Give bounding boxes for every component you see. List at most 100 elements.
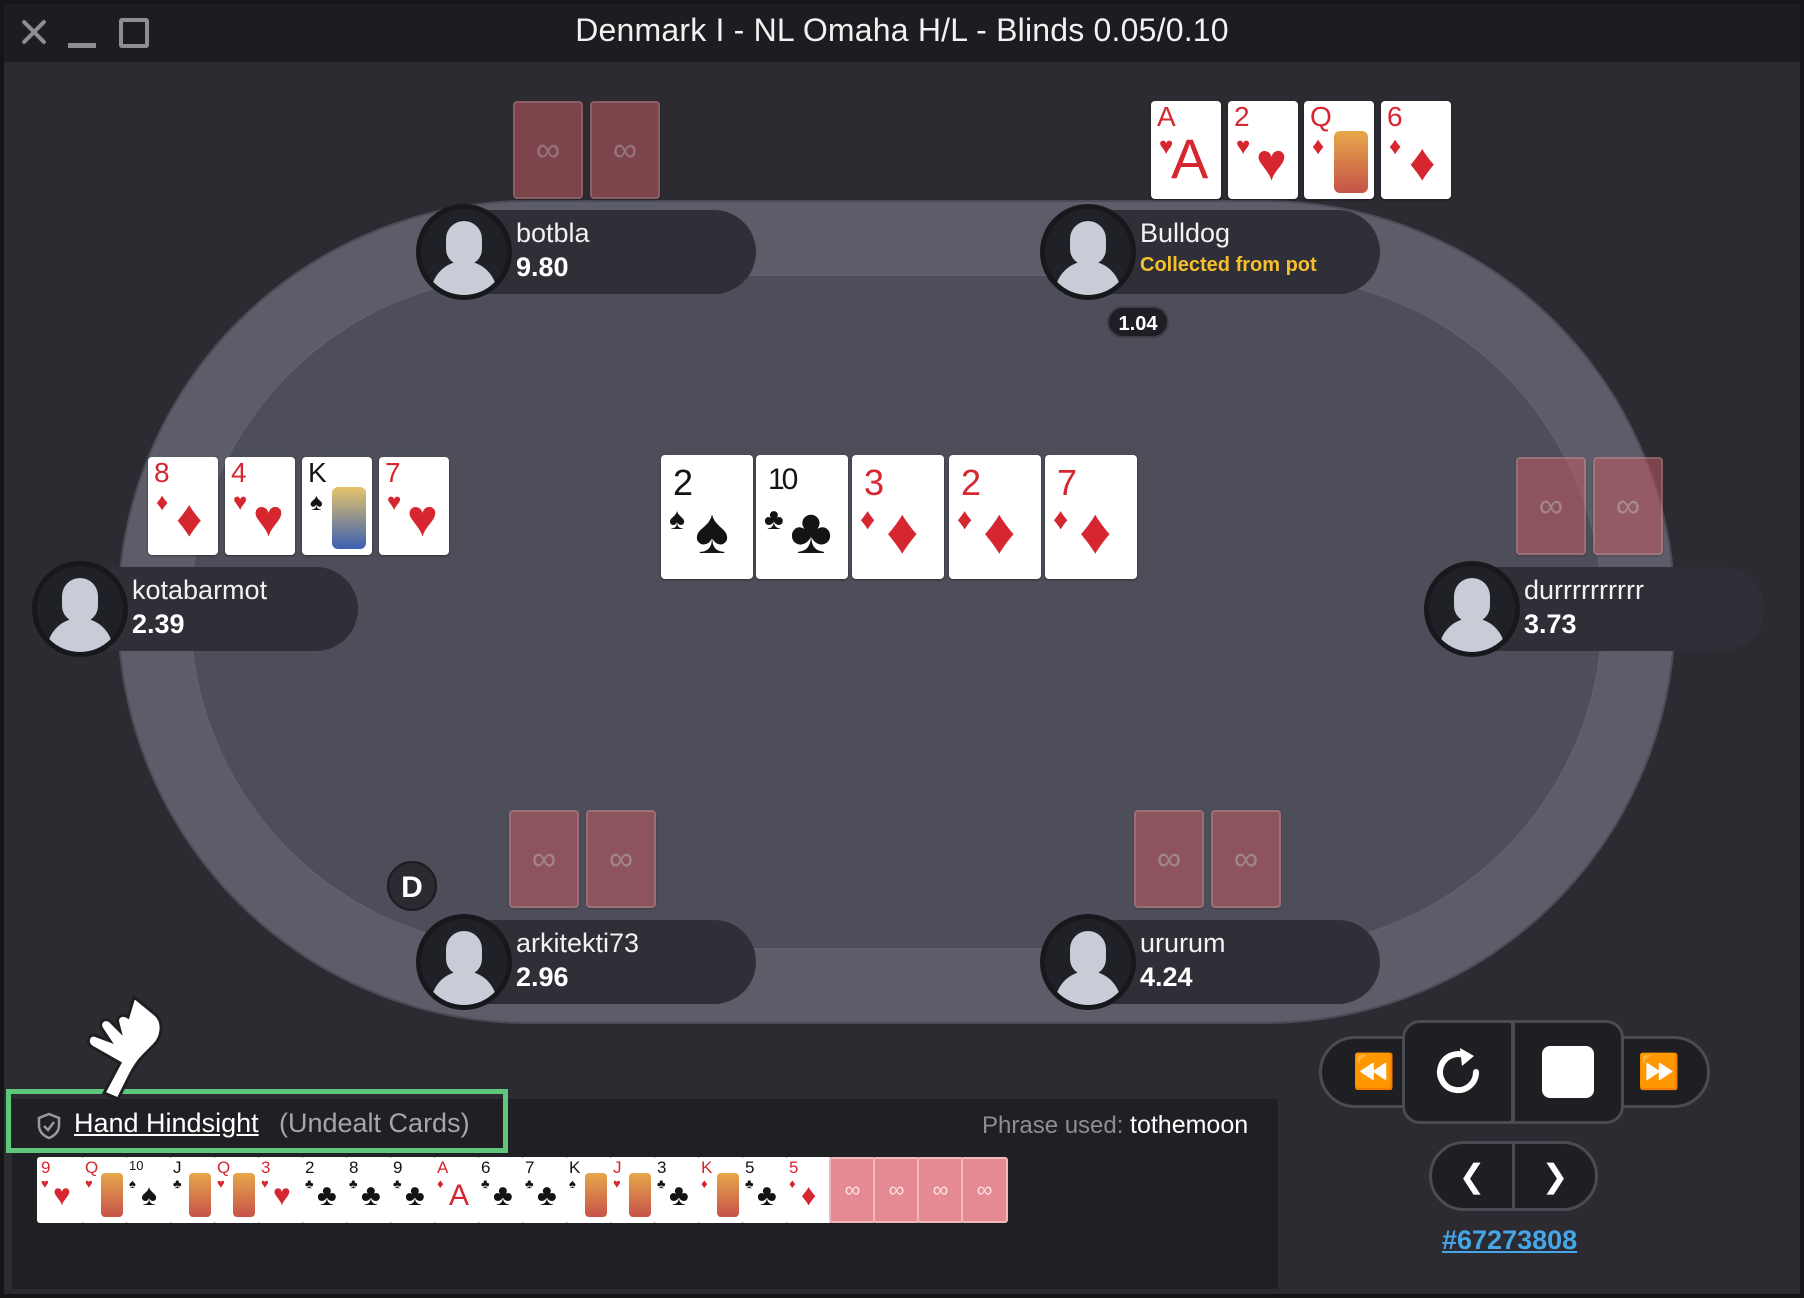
player-stack: 9.80: [516, 252, 569, 282]
undealt-card: A ♦ A: [433, 1157, 480, 1223]
card-back: ∞: [1516, 457, 1586, 555]
undealt-card: 6 ♣ ♣: [477, 1157, 524, 1223]
hindsight-subtitle: (Undealt Cards): [279, 1108, 470, 1138]
card-qd: Q ♦: [1304, 101, 1374, 199]
undealt-card: 9 ♣ ♣: [389, 1157, 436, 1223]
phrase-value: tothemoon: [1130, 1111, 1249, 1139]
undealt-card: 2 ♣ ♣: [301, 1157, 348, 1223]
undealt-card: 7 ♣ ♣: [521, 1157, 568, 1223]
next-hand-button[interactable]: ❯: [1512, 1141, 1598, 1211]
hand-id-link[interactable]: #67273808: [1442, 1225, 1577, 1256]
player-status: Collected from pot: [1140, 254, 1317, 276]
card-back: ∞: [586, 810, 656, 908]
board-card-2d: 2 ♦ ♦: [949, 455, 1041, 579]
card-logo-icon: ∞: [1233, 840, 1259, 878]
card-logo-icon: ∞: [531, 840, 557, 878]
phrase-label: Phrase used:: [982, 1112, 1124, 1139]
card-logo-icon: ∞: [608, 840, 634, 878]
face-figure-icon: [189, 1173, 211, 1217]
card-4h: 4 ♥ ♥: [225, 457, 295, 555]
card-logo-icon: ∞: [932, 1177, 949, 1202]
card-back: ∞: [1134, 810, 1204, 908]
undealt-card: 10 ♠ ♠: [125, 1157, 172, 1223]
card-back: ∞: [513, 101, 583, 199]
player-stack: 4.24: [1140, 962, 1193, 992]
avatar: [32, 561, 128, 657]
card-logo-icon: ∞: [612, 131, 638, 169]
avatar: [1424, 561, 1520, 657]
avatar: [416, 914, 512, 1010]
undealt-card-back: ∞: [917, 1157, 964, 1223]
hand-hindsight-link[interactable]: Hand Hindsight: [74, 1108, 259, 1139]
player-name: kotabarmot: [132, 575, 268, 605]
card-2h: 2 ♥ ♥: [1228, 101, 1298, 199]
chevron-left-icon: ❮: [1458, 1158, 1486, 1194]
undealt-card: K ♠: [565, 1157, 612, 1223]
card-ks: K ♠: [302, 457, 372, 555]
card-logo-icon: ∞: [844, 1177, 861, 1202]
player-name: ururum: [1140, 928, 1226, 958]
card-logo-icon: ∞: [1615, 487, 1641, 525]
undealt-card: 3 ♣ ♣: [653, 1157, 700, 1223]
face-figure-icon: [585, 1173, 607, 1217]
undealt-card: J ♥: [609, 1157, 656, 1223]
undealt-card: Q ♥: [213, 1157, 260, 1223]
pot-chip: 1.04: [1107, 306, 1169, 338]
card-back: ∞: [590, 101, 660, 199]
avatar: [1040, 204, 1136, 300]
undealt-card-back: ∞: [829, 1157, 876, 1223]
undealt-card: Q ♥: [81, 1157, 128, 1223]
face-figure-icon: [629, 1173, 651, 1217]
stop-icon: [1542, 1046, 1594, 1098]
poker-window: Denmark I - NL Omaha H/L - Blinds 0.05/0…: [0, 0, 1804, 1298]
card-logo-icon: ∞: [976, 1177, 993, 1202]
stop-button[interactable]: [1512, 1020, 1624, 1124]
hand-pointer-icon: [86, 994, 163, 1101]
dealer-button: D: [387, 861, 437, 911]
board-card-7d: 7 ♦ ♦: [1045, 455, 1137, 579]
card-back: ∞: [509, 810, 579, 908]
undealt-card: 5 ♦ ♦: [785, 1157, 832, 1223]
card-logo-icon: ∞: [888, 1177, 905, 1202]
board-card-10c: 10 ♣ ♣: [756, 455, 848, 579]
face-figure-icon: [717, 1173, 739, 1217]
undealt-card-back: ∞: [873, 1157, 920, 1223]
card-6d: 6 ♦ ♦: [1381, 101, 1451, 199]
replay-button[interactable]: [1402, 1020, 1514, 1124]
card-logo-icon: ∞: [1156, 840, 1182, 878]
face-figure-icon: [233, 1173, 255, 1217]
card-logo-icon: ∞: [1538, 487, 1564, 525]
undealt-card: 3 ♥ ♥: [257, 1157, 304, 1223]
undealt-card-back: ∞: [961, 1157, 1008, 1223]
undealt-card: 5 ♣ ♣: [741, 1157, 788, 1223]
undealt-card: 8 ♣ ♣: [345, 1157, 392, 1223]
avatar: [1040, 914, 1136, 1010]
undealt-card: 9 ♥ ♥: [37, 1157, 84, 1223]
queen-figure-icon: [1334, 131, 1368, 193]
card-7h: 7 ♥ ♥: [379, 457, 449, 555]
player-name: arkitekti73: [516, 928, 640, 958]
rewind-icon: ⏪: [1352, 1053, 1396, 1091]
player-stack: 3.73: [1524, 609, 1577, 639]
window-title: Denmark I - NL Omaha H/L - Blinds 0.05/0…: [575, 12, 1229, 48]
chevron-right-icon: ❯: [1541, 1158, 1569, 1194]
player-name: botbla: [516, 218, 590, 248]
shield-icon: [37, 1112, 61, 1140]
face-figure-icon: [101, 1173, 123, 1217]
player-stack: 2.39: [132, 609, 185, 639]
card-8d: 8 ♦ ♦: [148, 457, 218, 555]
board-card-2s: 2 ♠ ♠: [661, 455, 753, 579]
player-stack: 2.96: [516, 962, 569, 992]
card-logo-icon: ∞: [535, 131, 561, 169]
king-figure-icon: [332, 487, 366, 549]
poker-table-felt: [189, 274, 1604, 950]
board-card-3d: 3 ♦ ♦: [852, 455, 944, 579]
title-bar: Denmark I - NL Omaha H/L - Blinds 0.05/0…: [4, 4, 1800, 62]
replay-icon: [1437, 1048, 1480, 1094]
fast-forward-icon: ⏩: [1637, 1053, 1681, 1091]
undealt-card: J ♣: [169, 1157, 216, 1223]
player-name: durrrrrrrrrr: [1524, 575, 1644, 605]
avatar: [416, 204, 512, 300]
card-back: ∞: [1593, 457, 1663, 555]
previous-hand-button[interactable]: ❮: [1429, 1141, 1515, 1211]
